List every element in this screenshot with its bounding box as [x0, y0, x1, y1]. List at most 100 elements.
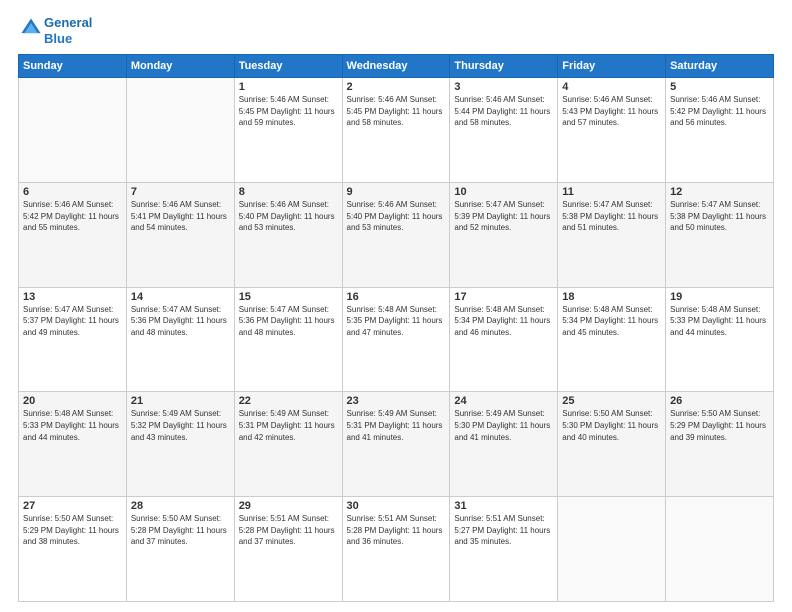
day-info: Sunrise: 5:46 AM Sunset: 5:40 PM Dayligh… — [239, 199, 338, 234]
calendar-cell: 26Sunrise: 5:50 AM Sunset: 5:29 PM Dayli… — [666, 392, 774, 497]
day-info: Sunrise: 5:46 AM Sunset: 5:42 PM Dayligh… — [670, 94, 769, 129]
day-info: Sunrise: 5:47 AM Sunset: 5:39 PM Dayligh… — [454, 199, 553, 234]
day-info: Sunrise: 5:48 AM Sunset: 5:34 PM Dayligh… — [562, 304, 661, 339]
calendar-cell — [558, 497, 666, 602]
calendar-cell: 2Sunrise: 5:46 AM Sunset: 5:45 PM Daylig… — [342, 78, 450, 183]
calendar-cell: 5Sunrise: 5:46 AM Sunset: 5:42 PM Daylig… — [666, 78, 774, 183]
page: General Blue SundayMondayTuesdayWednesda… — [0, 0, 792, 612]
calendar-cell: 3Sunrise: 5:46 AM Sunset: 5:44 PM Daylig… — [450, 78, 558, 183]
calendar-week-row: 27Sunrise: 5:50 AM Sunset: 5:29 PM Dayli… — [19, 497, 774, 602]
calendar-week-row: 13Sunrise: 5:47 AM Sunset: 5:37 PM Dayli… — [19, 287, 774, 392]
calendar-cell: 4Sunrise: 5:46 AM Sunset: 5:43 PM Daylig… — [558, 78, 666, 183]
calendar-cell: 14Sunrise: 5:47 AM Sunset: 5:36 PM Dayli… — [126, 287, 234, 392]
calendar-cell: 21Sunrise: 5:49 AM Sunset: 5:32 PM Dayli… — [126, 392, 234, 497]
day-info: Sunrise: 5:48 AM Sunset: 5:34 PM Dayligh… — [454, 304, 553, 339]
header: General Blue — [18, 15, 774, 46]
weekday-header-cell: Sunday — [19, 55, 127, 78]
day-number: 21 — [131, 395, 230, 407]
logo-text: General Blue — [44, 15, 92, 46]
day-info: Sunrise: 5:47 AM Sunset: 5:36 PM Dayligh… — [239, 304, 338, 339]
calendar-cell: 9Sunrise: 5:46 AM Sunset: 5:40 PM Daylig… — [342, 182, 450, 287]
calendar-cell: 11Sunrise: 5:47 AM Sunset: 5:38 PM Dayli… — [558, 182, 666, 287]
day-info: Sunrise: 5:47 AM Sunset: 5:37 PM Dayligh… — [23, 304, 122, 339]
day-number: 19 — [670, 291, 769, 303]
calendar-cell: 20Sunrise: 5:48 AM Sunset: 5:33 PM Dayli… — [19, 392, 127, 497]
weekday-header-cell: Monday — [126, 55, 234, 78]
day-info: Sunrise: 5:46 AM Sunset: 5:43 PM Dayligh… — [562, 94, 661, 129]
day-number: 29 — [239, 500, 338, 512]
day-info: Sunrise: 5:46 AM Sunset: 5:45 PM Dayligh… — [347, 94, 446, 129]
calendar-cell: 15Sunrise: 5:47 AM Sunset: 5:36 PM Dayli… — [234, 287, 342, 392]
day-number: 3 — [454, 81, 553, 93]
calendar-cell: 13Sunrise: 5:47 AM Sunset: 5:37 PM Dayli… — [19, 287, 127, 392]
calendar-cell: 7Sunrise: 5:46 AM Sunset: 5:41 PM Daylig… — [126, 182, 234, 287]
day-number: 26 — [670, 395, 769, 407]
calendar-cell: 16Sunrise: 5:48 AM Sunset: 5:35 PM Dayli… — [342, 287, 450, 392]
calendar-cell: 22Sunrise: 5:49 AM Sunset: 5:31 PM Dayli… — [234, 392, 342, 497]
day-info: Sunrise: 5:47 AM Sunset: 5:38 PM Dayligh… — [562, 199, 661, 234]
day-info: Sunrise: 5:46 AM Sunset: 5:42 PM Dayligh… — [23, 199, 122, 234]
day-number: 5 — [670, 81, 769, 93]
calendar-cell — [666, 497, 774, 602]
day-number: 30 — [347, 500, 446, 512]
logo: General Blue — [18, 15, 92, 46]
calendar-cell — [19, 78, 127, 183]
calendar-cell: 18Sunrise: 5:48 AM Sunset: 5:34 PM Dayli… — [558, 287, 666, 392]
calendar-cell: 31Sunrise: 5:51 AM Sunset: 5:27 PM Dayli… — [450, 497, 558, 602]
calendar-cell: 17Sunrise: 5:48 AM Sunset: 5:34 PM Dayli… — [450, 287, 558, 392]
day-info: Sunrise: 5:47 AM Sunset: 5:38 PM Dayligh… — [670, 199, 769, 234]
day-number: 10 — [454, 186, 553, 198]
calendar-week-row: 6Sunrise: 5:46 AM Sunset: 5:42 PM Daylig… — [19, 182, 774, 287]
day-info: Sunrise: 5:50 AM Sunset: 5:28 PM Dayligh… — [131, 513, 230, 548]
day-number: 6 — [23, 186, 122, 198]
calendar-cell: 30Sunrise: 5:51 AM Sunset: 5:28 PM Dayli… — [342, 497, 450, 602]
logo-icon — [20, 17, 42, 39]
day-number: 9 — [347, 186, 446, 198]
day-info: Sunrise: 5:50 AM Sunset: 5:29 PM Dayligh… — [23, 513, 122, 548]
calendar-cell: 8Sunrise: 5:46 AM Sunset: 5:40 PM Daylig… — [234, 182, 342, 287]
calendar-cell: 6Sunrise: 5:46 AM Sunset: 5:42 PM Daylig… — [19, 182, 127, 287]
day-info: Sunrise: 5:49 AM Sunset: 5:32 PM Dayligh… — [131, 408, 230, 443]
day-number: 17 — [454, 291, 553, 303]
day-info: Sunrise: 5:48 AM Sunset: 5:35 PM Dayligh… — [347, 304, 446, 339]
calendar-table: SundayMondayTuesdayWednesdayThursdayFrid… — [18, 54, 774, 602]
calendar-body: 1Sunrise: 5:46 AM Sunset: 5:45 PM Daylig… — [19, 78, 774, 602]
day-number: 15 — [239, 291, 338, 303]
day-number: 20 — [23, 395, 122, 407]
day-info: Sunrise: 5:47 AM Sunset: 5:36 PM Dayligh… — [131, 304, 230, 339]
day-info: Sunrise: 5:51 AM Sunset: 5:28 PM Dayligh… — [347, 513, 446, 548]
day-info: Sunrise: 5:46 AM Sunset: 5:44 PM Dayligh… — [454, 94, 553, 129]
day-number: 8 — [239, 186, 338, 198]
day-number: 22 — [239, 395, 338, 407]
calendar-cell: 27Sunrise: 5:50 AM Sunset: 5:29 PM Dayli… — [19, 497, 127, 602]
day-number: 7 — [131, 186, 230, 198]
calendar-cell: 1Sunrise: 5:46 AM Sunset: 5:45 PM Daylig… — [234, 78, 342, 183]
calendar-cell: 23Sunrise: 5:49 AM Sunset: 5:31 PM Dayli… — [342, 392, 450, 497]
weekday-header-cell: Saturday — [666, 55, 774, 78]
day-info: Sunrise: 5:46 AM Sunset: 5:41 PM Dayligh… — [131, 199, 230, 234]
day-number: 27 — [23, 500, 122, 512]
calendar-week-row: 20Sunrise: 5:48 AM Sunset: 5:33 PM Dayli… — [19, 392, 774, 497]
calendar-cell: 24Sunrise: 5:49 AM Sunset: 5:30 PM Dayli… — [450, 392, 558, 497]
day-info: Sunrise: 5:49 AM Sunset: 5:30 PM Dayligh… — [454, 408, 553, 443]
day-number: 23 — [347, 395, 446, 407]
calendar-cell: 28Sunrise: 5:50 AM Sunset: 5:28 PM Dayli… — [126, 497, 234, 602]
day-info: Sunrise: 5:51 AM Sunset: 5:27 PM Dayligh… — [454, 513, 553, 548]
day-number: 11 — [562, 186, 661, 198]
day-number: 14 — [131, 291, 230, 303]
calendar-cell — [126, 78, 234, 183]
calendar-cell: 25Sunrise: 5:50 AM Sunset: 5:30 PM Dayli… — [558, 392, 666, 497]
calendar-cell: 29Sunrise: 5:51 AM Sunset: 5:28 PM Dayli… — [234, 497, 342, 602]
day-number: 13 — [23, 291, 122, 303]
day-info: Sunrise: 5:49 AM Sunset: 5:31 PM Dayligh… — [347, 408, 446, 443]
weekday-header-cell: Wednesday — [342, 55, 450, 78]
day-info: Sunrise: 5:50 AM Sunset: 5:30 PM Dayligh… — [562, 408, 661, 443]
day-info: Sunrise: 5:50 AM Sunset: 5:29 PM Dayligh… — [670, 408, 769, 443]
weekday-header-cell: Friday — [558, 55, 666, 78]
calendar-week-row: 1Sunrise: 5:46 AM Sunset: 5:45 PM Daylig… — [19, 78, 774, 183]
day-info: Sunrise: 5:49 AM Sunset: 5:31 PM Dayligh… — [239, 408, 338, 443]
day-number: 28 — [131, 500, 230, 512]
calendar-cell: 12Sunrise: 5:47 AM Sunset: 5:38 PM Dayli… — [666, 182, 774, 287]
weekday-header-cell: Thursday — [450, 55, 558, 78]
day-info: Sunrise: 5:46 AM Sunset: 5:40 PM Dayligh… — [347, 199, 446, 234]
